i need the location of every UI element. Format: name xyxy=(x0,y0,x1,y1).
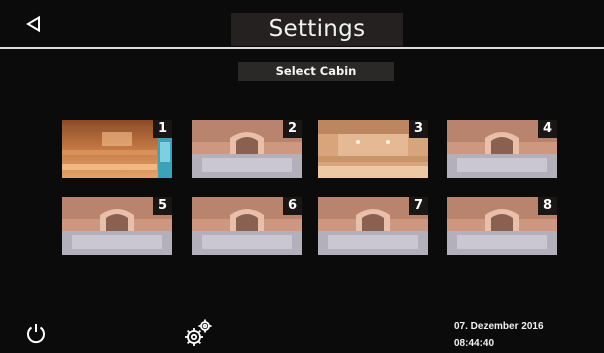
cabin-number: 5 xyxy=(153,197,172,215)
cabin-number: 2 xyxy=(283,120,302,138)
cabin-tile-2[interactable]: 2 xyxy=(192,120,302,178)
cabin-grid: 1 2 3 4 5 6 7 8 xyxy=(0,0,604,353)
gears-icon[interactable] xyxy=(182,317,214,349)
cabin-number: 8 xyxy=(538,197,557,215)
cabin-number: 7 xyxy=(409,197,428,215)
date-text: 07. Dezember 2016 xyxy=(454,321,544,332)
cabin-tile-7[interactable]: 7 xyxy=(318,197,428,255)
cabin-tile-8[interactable]: 8 xyxy=(447,197,557,255)
cabin-tile-5[interactable]: 5 xyxy=(62,197,172,255)
time-text: 08:44:40 xyxy=(454,338,495,349)
cabin-number: 1 xyxy=(153,120,172,138)
cabin-tile-1[interactable]: 1 xyxy=(62,120,172,178)
screen: Settings Select Cabin 1 2 3 4 5 6 7 8 07… xyxy=(0,0,604,353)
cabin-tile-4[interactable]: 4 xyxy=(447,120,557,178)
date-time-display: 07. Dezember 2016 08:44:40 xyxy=(454,318,594,352)
cabin-number: 6 xyxy=(283,197,302,215)
cabin-number: 4 xyxy=(538,120,557,138)
cabin-tile-3[interactable]: 3 xyxy=(318,120,428,178)
cabin-tile-6[interactable]: 6 xyxy=(192,197,302,255)
power-icon[interactable] xyxy=(24,321,48,345)
cabin-number: 3 xyxy=(409,120,428,138)
